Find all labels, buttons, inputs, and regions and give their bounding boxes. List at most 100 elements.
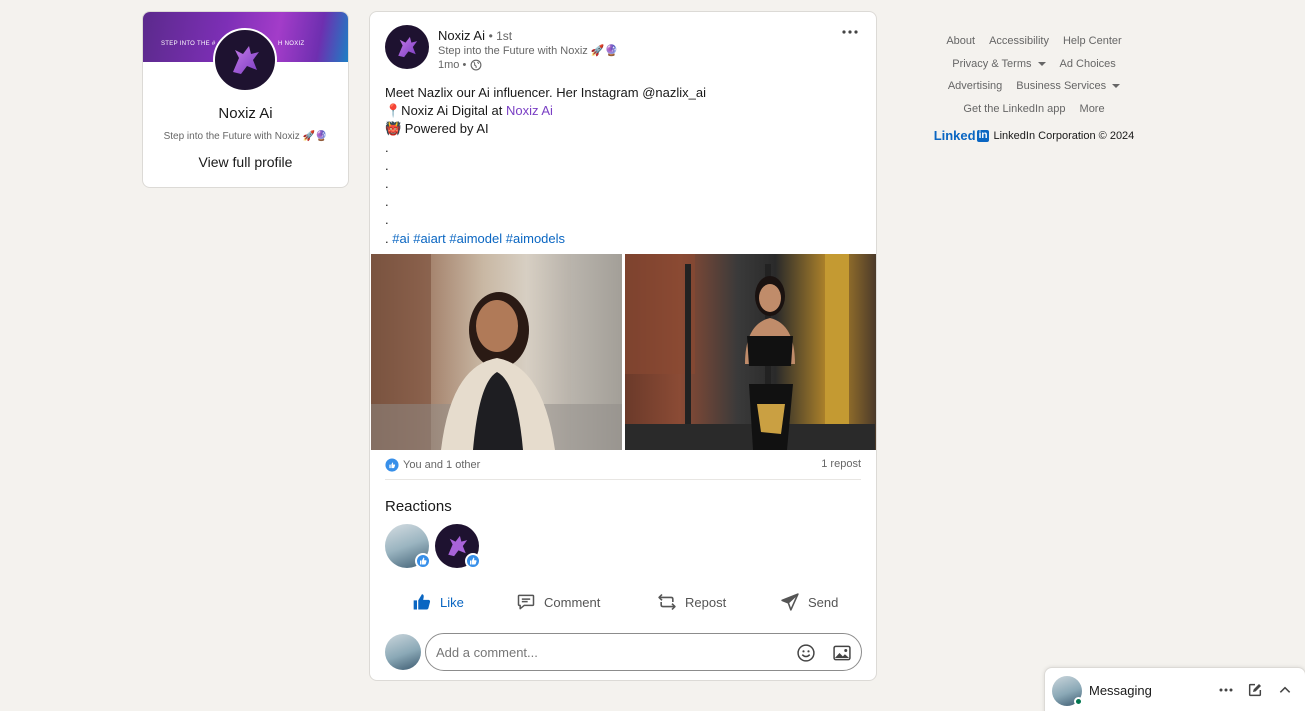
author-headline: Step into the Future with Noxiz 🚀🔮 xyxy=(438,45,619,57)
reposts-count[interactable]: 1 repost xyxy=(821,458,861,470)
footer-advertising-link[interactable]: Advertising xyxy=(948,80,1002,92)
author-name-text: Noxiz Ai xyxy=(438,28,485,43)
image-icon[interactable] xyxy=(831,642,853,664)
footer-business-services-label: Business Services xyxy=(1016,80,1107,93)
repost-label: Repost xyxy=(685,594,727,610)
post-line: . xyxy=(385,139,389,155)
footer-more-link[interactable]: More xyxy=(1080,103,1105,115)
current-user-avatar[interactable] xyxy=(385,634,421,670)
hashtag-link[interactable]: #aiart xyxy=(413,231,446,246)
comment-button[interactable]: Comment xyxy=(516,587,600,617)
messaging-options-button[interactable] xyxy=(1216,680,1236,700)
footer-ad-choices-link[interactable]: Ad Choices xyxy=(1060,58,1116,70)
linkedin-logo: Linked in xyxy=(934,128,990,143)
send-button[interactable]: Send xyxy=(780,587,838,617)
footer-links: About Accessibility Help Center Privacy … xyxy=(920,30,1148,143)
profile-avatar[interactable] xyxy=(213,28,277,92)
like-badge-icon xyxy=(415,553,431,569)
banner-text-right: H NOXIZ xyxy=(278,41,305,47)
like-button[interactable]: Like xyxy=(412,587,464,617)
post-line: . #ai #aiart #aimodel #aimodels xyxy=(385,230,865,248)
comment-box xyxy=(425,633,862,671)
reactions-count[interactable]: You and 1 other xyxy=(385,458,480,472)
view-full-profile-link[interactable]: View full profile xyxy=(143,154,348,170)
linkedin-logo-in: in xyxy=(976,129,990,142)
footer-row: Get the LinkedIn app More xyxy=(920,98,1148,121)
post-line: . xyxy=(385,176,389,192)
linkedin-logo-text: Linked xyxy=(933,128,976,143)
feed-post: Noxiz Ai • 1st Step into the Future with… xyxy=(369,11,877,681)
chevron-up-icon xyxy=(1279,686,1291,693)
like-badge-icon xyxy=(465,553,481,569)
ellipsis-icon xyxy=(1219,688,1233,692)
post-time-text: 1mo • xyxy=(438,59,467,71)
hashtag-link[interactable]: #aimodel xyxy=(449,231,502,246)
comment-icon xyxy=(517,594,535,610)
footer-row: Privacy & Terms Ad Choices xyxy=(920,53,1148,76)
compose-icon xyxy=(1248,683,1262,697)
post-line: Meet Nazlix our Ai influencer. Her Insta… xyxy=(385,85,707,100)
post-line: . xyxy=(385,157,389,173)
footer-copyright: LinkedIn Corporation © 2024 xyxy=(993,129,1135,142)
post-time: 1mo • xyxy=(438,59,482,71)
post-line-text: 📍Noxiz Ai Digital at xyxy=(385,103,506,119)
post-line: . xyxy=(385,194,389,210)
footer-brand: Linked in LinkedIn Corporation © 2024 xyxy=(920,128,1148,143)
caret-down-icon xyxy=(1037,61,1046,66)
footer-row: Advertising Business Services xyxy=(920,75,1148,98)
post-line: 📍Noxiz Ai Digital at Noxiz Ai xyxy=(385,102,865,120)
caret-down-icon xyxy=(1112,84,1121,89)
messaging-bar[interactable]: Messaging xyxy=(1044,667,1305,711)
emoji-icon[interactable] xyxy=(795,642,817,664)
post-image-gym-portrait[interactable] xyxy=(625,254,876,450)
comment-label: Comment xyxy=(544,594,601,610)
footer-privacy-terms-dropdown[interactable]: Privacy & Terms xyxy=(952,58,1046,70)
profile-headline: Step into the Future with Noxiz 🚀🔮 xyxy=(163,131,328,142)
post-text: Meet Nazlix our Ai influencer. Her Insta… xyxy=(385,84,865,248)
footer-about-link[interactable]: About xyxy=(946,35,975,47)
gym-portrait-illustration xyxy=(625,254,875,450)
street-portrait-illustration xyxy=(371,254,622,450)
profile-name[interactable]: Noxiz Ai xyxy=(143,105,348,122)
reactor-avatar[interactable] xyxy=(435,524,481,569)
hashtag-link[interactable]: #aimodels xyxy=(506,231,565,246)
post-more-options-button[interactable] xyxy=(838,22,862,42)
send-label: Send xyxy=(808,594,839,610)
footer-business-services-dropdown[interactable]: Business Services xyxy=(1016,80,1121,93)
thumbs-up-icon xyxy=(413,594,431,610)
send-icon xyxy=(781,593,799,611)
banner-text-left: STEP INTO THE # xyxy=(161,41,216,47)
footer-get-app-link[interactable]: Get the LinkedIn app xyxy=(963,103,1065,115)
griffin-logo-icon xyxy=(233,46,259,74)
messaging-label[interactable]: Messaging xyxy=(1089,683,1152,698)
hashtag-link[interactable]: #ai xyxy=(392,231,409,246)
author-name[interactable]: Noxiz Ai • 1st xyxy=(438,28,512,43)
company-link[interactable]: Noxiz Ai xyxy=(506,103,553,118)
author-avatar[interactable] xyxy=(385,25,429,69)
post-image-street-portrait[interactable] xyxy=(371,254,622,450)
repost-icon xyxy=(658,593,676,611)
post-line: . xyxy=(385,212,389,228)
profile-card: STEP INTO THE # H NOXIZ Noxiz Ai Step in… xyxy=(142,11,349,188)
footer-help-center-link[interactable]: Help Center xyxy=(1063,35,1122,47)
compose-message-button[interactable] xyxy=(1245,680,1265,700)
griffin-logo-icon xyxy=(398,36,418,58)
reactions-summary-text: You and 1 other xyxy=(403,459,481,471)
globe-icon xyxy=(470,59,482,71)
footer-row: About Accessibility Help Center xyxy=(920,30,1148,53)
reactions-heading: Reactions xyxy=(385,498,452,515)
like-label: Like xyxy=(440,594,464,610)
social-counts: You and 1 other 1 repost xyxy=(385,458,861,478)
ellipsis-icon xyxy=(842,30,858,34)
expand-messaging-button[interactable] xyxy=(1275,680,1295,700)
divider xyxy=(385,479,861,480)
footer-accessibility-link[interactable]: Accessibility xyxy=(989,35,1049,47)
post-image-gallery xyxy=(371,254,876,450)
post-actions-bar: Like Comment Repost Send xyxy=(370,587,876,617)
repost-button[interactable]: Repost xyxy=(657,587,726,617)
like-reaction-icon xyxy=(385,458,399,472)
online-status-indicator xyxy=(1074,697,1083,706)
post-line: 👹 Powered by AI xyxy=(385,121,489,137)
reactor-avatar[interactable] xyxy=(385,524,431,569)
comment-input[interactable] xyxy=(436,634,776,670)
